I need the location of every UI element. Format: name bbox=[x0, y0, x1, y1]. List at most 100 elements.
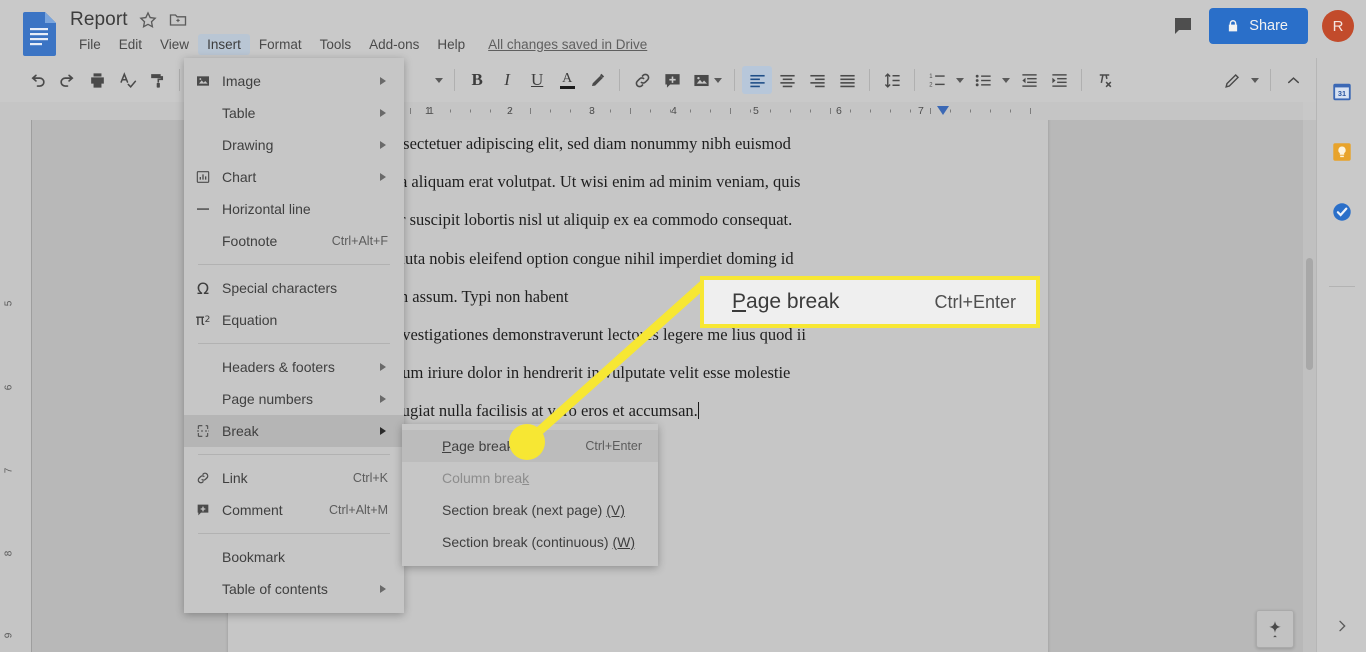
menu-addons[interactable]: Add-ons bbox=[360, 34, 428, 55]
toolbar-divider bbox=[869, 69, 871, 91]
menu-item-label: Table bbox=[222, 105, 256, 121]
vertical-scrollbar-thumb[interactable] bbox=[1306, 258, 1313, 370]
side-panel-divider bbox=[1329, 286, 1355, 287]
image-icon bbox=[184, 73, 222, 89]
vruler-tick-5: 5 bbox=[3, 300, 15, 307]
numbered-list-caret[interactable] bbox=[952, 66, 968, 94]
chevron-right-icon bbox=[380, 363, 386, 371]
app-header: Report File Edit View Insert Format Tool… bbox=[0, 0, 1366, 58]
undo-icon[interactable] bbox=[22, 66, 52, 94]
move-to-folder-icon[interactable] bbox=[168, 10, 188, 30]
bulleted-list-icon[interactable] bbox=[968, 66, 998, 94]
collapse-toolbar-icon[interactable] bbox=[1278, 66, 1308, 94]
menu-view[interactable]: View bbox=[151, 34, 198, 55]
share-button[interactable]: Share bbox=[1209, 8, 1308, 44]
chart-icon bbox=[184, 169, 222, 185]
menu-bar: File Edit View Insert Format Tools Add-o… bbox=[70, 33, 647, 55]
comment-icon bbox=[184, 502, 222, 518]
edit-mode-caret[interactable] bbox=[1247, 66, 1263, 94]
insert-menu[interactable]: Image Table Drawing Chart Horizontal lin… bbox=[184, 58, 404, 613]
line-spacing-icon[interactable] bbox=[877, 66, 907, 94]
menu-item-drawing[interactable]: Drawing bbox=[184, 129, 404, 161]
explore-button[interactable] bbox=[1256, 610, 1294, 648]
menu-item-break[interactable]: Break bbox=[184, 415, 404, 447]
add-comment-icon[interactable] bbox=[657, 66, 687, 94]
menu-item-footnote[interactable]: Footnote Ctrl+Alt+F bbox=[184, 225, 404, 257]
google-calendar-icon[interactable]: 31 bbox=[1330, 80, 1354, 104]
menu-item-shortcut: Ctrl+K bbox=[352, 471, 388, 485]
redo-icon[interactable] bbox=[52, 66, 82, 94]
menu-item-label: Special characters bbox=[222, 280, 338, 296]
menu-item-special-characters[interactable]: Ω Special characters bbox=[184, 272, 404, 304]
menu-item-bookmark[interactable]: Bookmark bbox=[184, 541, 404, 573]
comment-history-icon[interactable] bbox=[1171, 14, 1195, 38]
menu-edit[interactable]: Edit bbox=[110, 34, 151, 55]
menu-item-table[interactable]: Table bbox=[184, 97, 404, 129]
ruler-tick-3: 3 bbox=[589, 105, 595, 117]
right-indent-marker[interactable] bbox=[937, 106, 949, 115]
bulleted-list-caret[interactable] bbox=[998, 66, 1014, 94]
avatar[interactable]: R bbox=[1322, 10, 1354, 42]
indent-increase-icon[interactable] bbox=[1044, 66, 1074, 94]
clear-formatting-icon[interactable] bbox=[1089, 66, 1119, 94]
vruler-tick-9: 9 bbox=[3, 632, 15, 639]
menu-divider bbox=[198, 264, 390, 265]
italic-label: I bbox=[504, 70, 510, 89]
align-justify-icon[interactable] bbox=[832, 66, 862, 94]
vruler-tick-7: 7 bbox=[3, 467, 15, 474]
annotation-callout: Page break Ctrl+Enter bbox=[700, 276, 1040, 328]
submenu-item-section-break-continuous[interactable]: Section break (continuous) (W) bbox=[402, 526, 658, 558]
menu-item-comment[interactable]: Comment Ctrl+Alt+M bbox=[184, 494, 404, 526]
menu-item-page-numbers[interactable]: Page numbers bbox=[184, 383, 404, 415]
chevron-right-icon bbox=[380, 141, 386, 149]
vertical-ruler[interactable]: 5 6 7 8 9 bbox=[0, 120, 32, 652]
vertical-scrollbar-track[interactable] bbox=[1303, 120, 1316, 652]
horizontal-line-icon bbox=[184, 201, 222, 217]
indent-decrease-icon[interactable] bbox=[1014, 66, 1044, 94]
menu-insert[interactable]: Insert bbox=[198, 33, 250, 55]
menu-item-shortcut: Ctrl+Alt+M bbox=[328, 503, 388, 517]
menu-item-chart[interactable]: Chart bbox=[184, 161, 404, 193]
menu-divider bbox=[198, 533, 390, 534]
menu-help[interactable]: Help bbox=[428, 34, 474, 55]
menu-item-link[interactable]: Link Ctrl+K bbox=[184, 462, 404, 494]
menu-file[interactable]: File bbox=[70, 34, 110, 55]
save-status[interactable]: All changes saved in Drive bbox=[488, 37, 647, 52]
menu-item-table-of-contents[interactable]: Table of contents bbox=[184, 573, 404, 605]
menu-item-headers-footers[interactable]: Headers & footers bbox=[184, 351, 404, 383]
svg-text:31: 31 bbox=[1338, 89, 1346, 98]
spellcheck-icon[interactable] bbox=[112, 66, 142, 94]
highlighter-icon[interactable] bbox=[582, 66, 612, 94]
menu-item-horizontal-line[interactable]: Horizontal line bbox=[184, 193, 404, 225]
align-center-icon[interactable] bbox=[772, 66, 802, 94]
text-color-button[interactable]: A bbox=[552, 66, 582, 94]
google-keep-icon[interactable] bbox=[1330, 140, 1354, 164]
chevron-right-icon[interactable] bbox=[1334, 618, 1350, 634]
page-title[interactable]: Report bbox=[70, 9, 128, 31]
insert-image-icon[interactable] bbox=[687, 66, 727, 94]
star-icon[interactable] bbox=[138, 10, 158, 30]
submenu-item-section-break-next-page[interactable]: Section break (next page) (V) bbox=[402, 494, 658, 526]
menu-item-equation[interactable]: π2 Equation bbox=[184, 304, 404, 336]
menu-item-label: Link bbox=[222, 470, 248, 486]
edit-mode-pencil-icon[interactable] bbox=[1217, 66, 1247, 94]
menu-item-image[interactable]: Image bbox=[184, 65, 404, 97]
print-icon[interactable] bbox=[82, 66, 112, 94]
menu-tools[interactable]: Tools bbox=[311, 34, 361, 55]
bold-label: B bbox=[471, 70, 483, 89]
numbered-list-icon[interactable]: 1 2 bbox=[922, 66, 952, 94]
bold-button[interactable]: B bbox=[462, 66, 492, 94]
link-icon[interactable] bbox=[627, 66, 657, 94]
menu-format[interactable]: Format bbox=[250, 34, 311, 55]
menu-item-label: Equation bbox=[222, 312, 278, 328]
align-right-icon[interactable] bbox=[802, 66, 832, 94]
align-left-icon[interactable] bbox=[742, 66, 773, 94]
paint-format-icon[interactable] bbox=[142, 66, 172, 94]
menu-item-label: Horizontal line bbox=[222, 201, 311, 217]
chevron-down-icon bbox=[714, 77, 723, 83]
google-tasks-icon[interactable] bbox=[1330, 200, 1354, 224]
menu-item-label: Break bbox=[222, 423, 259, 439]
menu-item-label: Chart bbox=[222, 169, 257, 185]
italic-button[interactable]: I bbox=[492, 66, 522, 94]
underline-button[interactable]: U bbox=[522, 66, 552, 94]
